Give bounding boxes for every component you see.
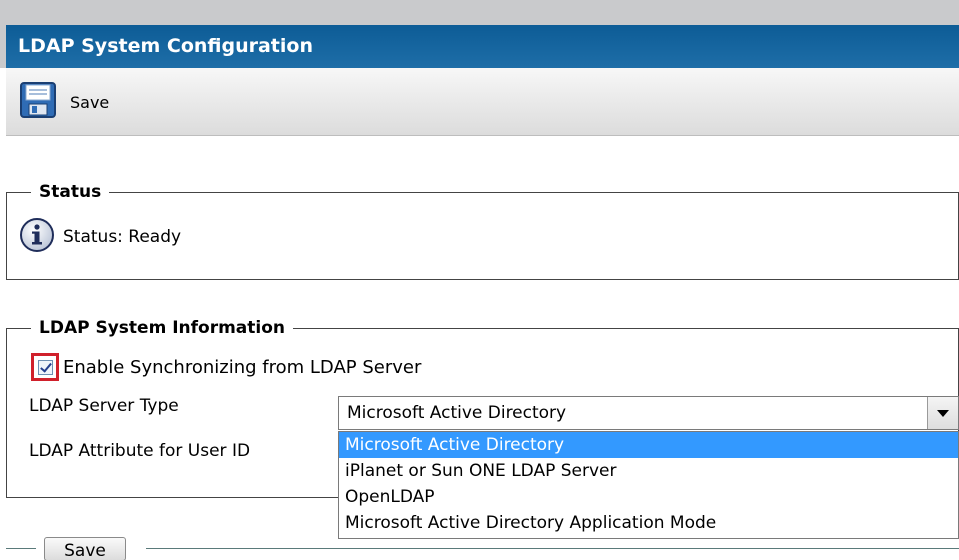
page-title: LDAP System Configuration	[6, 25, 959, 68]
status-text: Status: Ready	[63, 227, 182, 247]
toolbar-save-button[interactable]: Save	[20, 82, 109, 122]
status-section: Status Status: Ready	[6, 182, 959, 280]
enable-sync-checkbox[interactable]	[31, 353, 59, 381]
enable-sync-row: Enable Synchronizing from LDAP Server	[31, 353, 421, 381]
status-legend: Status	[31, 182, 110, 202]
server-type-option[interactable]: Microsoft Active Directory	[339, 432, 958, 458]
server-type-option[interactable]: Microsoft Active Directory Application M…	[339, 510, 958, 536]
server-type-option[interactable]: iPlanet or Sun ONE LDAP Server	[339, 458, 958, 484]
ldap-legend: LDAP System Information	[31, 318, 294, 338]
server-type-select[interactable]: Microsoft Active Directory	[338, 396, 959, 430]
toolbar: Save	[6, 68, 959, 136]
checkmark-icon	[37, 359, 53, 375]
bottom-rule-left	[6, 548, 36, 549]
bottom-save-button[interactable]: Save	[44, 537, 126, 560]
server-type-label: LDAP Server Type	[29, 396, 179, 416]
server-type-option[interactable]: OpenLDAP	[339, 484, 958, 510]
title-bar: LDAP System Configuration	[0, 0, 959, 68]
info-icon	[19, 217, 55, 257]
bottom-rule-right	[146, 548, 959, 549]
toolbar-save-label: Save	[70, 92, 110, 112]
status-row: Status: Ready	[19, 217, 181, 257]
enable-sync-label: Enable Synchronizing from LDAP Server	[63, 356, 422, 378]
server-type-options-list: Microsoft Active Directory iPlanet or Su…	[338, 431, 959, 539]
attribute-user-id-label: LDAP Attribute for User ID	[29, 441, 251, 461]
dropdown-arrow-icon[interactable]	[927, 397, 958, 429]
server-type-selected-value: Microsoft Active Directory	[347, 403, 567, 423]
floppy-disk-icon	[20, 82, 56, 122]
ldap-system-configuration-page: LDAP System Configuration Save Status St…	[0, 0, 959, 560]
